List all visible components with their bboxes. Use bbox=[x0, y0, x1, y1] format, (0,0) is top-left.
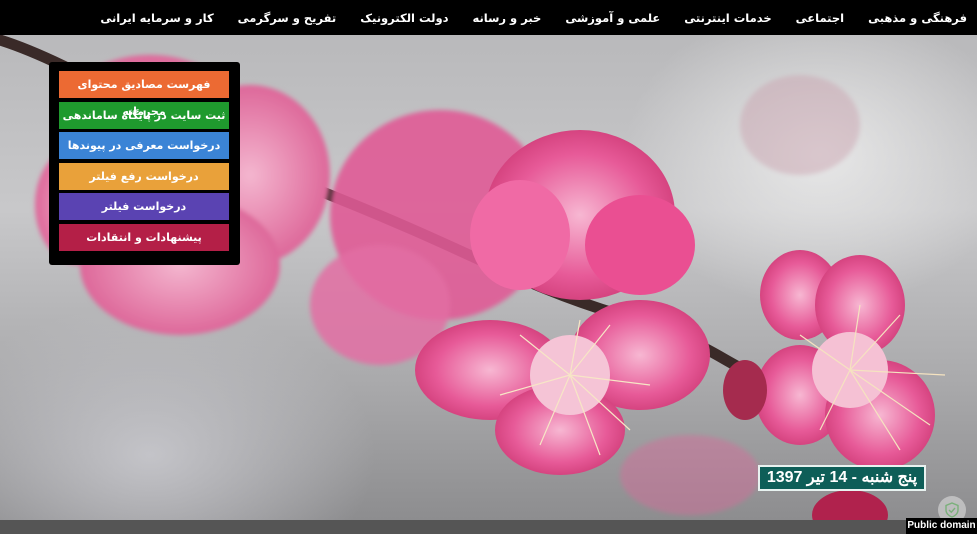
date-badge: پنج شنبه - 14 تیر 1397 bbox=[758, 465, 926, 491]
nav-item-cultural-religious[interactable]: فرهنگی و مذهبی bbox=[868, 11, 967, 25]
nav-item-science-education[interactable]: علمی و آموزشی bbox=[565, 11, 660, 25]
menu-button-request-block[interactable]: درخواست فیلتر bbox=[59, 193, 229, 220]
menu-button-suggestions-feedback[interactable]: پیشنهادات و انتقادات bbox=[59, 223, 229, 251]
menu-button-request-unblock[interactable]: درخواست رفع فیلتر bbox=[59, 162, 229, 190]
bottom-bar bbox=[0, 520, 977, 534]
top-navigation: فرهنگی و مذهبی اجتماعی خدمات اینترنتی عل… bbox=[0, 0, 977, 35]
shield-check-icon bbox=[945, 502, 959, 518]
menu-button-criminal-content-list[interactable]: فهرست مصادیق محتوای مجرمانه bbox=[59, 71, 229, 118]
side-menu: فهرست مصادیق محتوای مجرمانه ثبت سایت در … bbox=[49, 62, 240, 265]
nav-item-iranian-business[interactable]: کار و سرمایه ایرانی bbox=[100, 11, 213, 25]
image-credit: Public domain bbox=[906, 518, 977, 534]
nav-item-social[interactable]: اجتماعی bbox=[796, 11, 844, 25]
menu-button-register-site[interactable]: ثبت سایت در پایگاه ساماندهی bbox=[59, 101, 229, 129]
nav-item-entertainment[interactable]: تفریح و سرگرمی bbox=[238, 11, 337, 25]
nav-item-internet-services[interactable]: خدمات اینترنتی bbox=[684, 11, 771, 25]
nav-item-news-media[interactable]: خبر و رسانه bbox=[473, 11, 542, 25]
menu-button-request-link-listing[interactable]: درخواست معرفی در پیوندها bbox=[59, 132, 229, 159]
nav-item-e-government[interactable]: دولت الکترونیک bbox=[360, 11, 448, 25]
